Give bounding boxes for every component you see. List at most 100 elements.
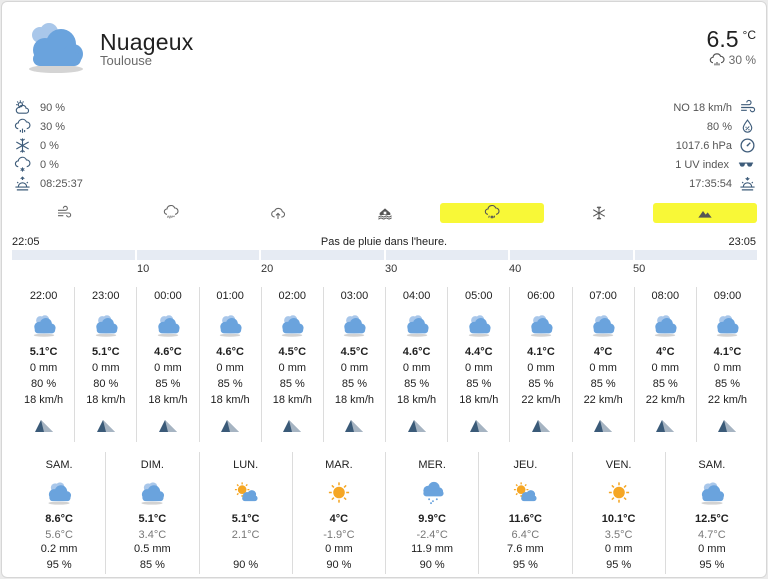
daily-humidity: 85 % [139,558,165,571]
humidity-drop-icon [742,119,753,133]
tab-cloud[interactable] [226,203,330,223]
temperature-value: 6.5 [706,26,739,52]
hourly-humidity: 85 % [155,378,181,390]
rain-tab-icon [163,205,179,219]
attr-wind: NO 18 km/h [673,98,756,117]
hourly-precipitation: 0 mm [527,362,555,374]
daily-precipitation: 0 mm [325,543,353,556]
condition-title: Nuageux [100,29,194,55]
sun-cloud-icon [514,482,537,502]
attr-humidity: 80 % [707,117,756,136]
attr-freeze-probability: 0 % [14,136,59,155]
daily-precipitation: 0.5 mm [134,543,171,556]
hourly-wind-speed: 22 km/h [645,394,685,406]
cloudy-icon [29,23,83,73]
partly-cloudy-icon [282,315,304,337]
daily-column: VEN. 10.1°C 3.5°C 0 mm 95 % [571,452,665,574]
daily-day-name: LUN. [233,459,259,471]
daily-column: DIM. 5.1°C 3.4°C 0.5 mm 85 % [105,452,198,574]
snowflake-tab-icon [592,206,606,220]
hourly-precipitation: 0 mm [29,362,58,374]
sunny-icon [608,482,629,503]
hourly-precipitation: 0 mm [589,362,617,374]
daily-humidity: 95 % [699,558,725,571]
daily-humidity: 90 % [419,558,445,571]
hourly-wind-speed: 22 km/h [583,394,623,406]
daily-low-temperature: 5.6°C [45,528,73,541]
snowflake-icon [16,138,29,153]
attr-rain-probability: 30 % [14,117,65,136]
hourly-column: 01:00 4.6°C 0 mm 85 % 18 km/h [198,287,261,442]
attr-sunrise: 08:25:37 [14,174,83,193]
wind-direction-arrow-icon [407,420,426,432]
tab-mountains[interactable] [653,203,757,223]
hourly-time: 02:00 [278,290,307,302]
daily-column: MAR. 4°C -1.9°C 0 mm 90 % [291,452,385,574]
hourly-precipitation: 0 mm [465,362,493,374]
sunny-icon [328,482,349,503]
hourly-column: 22:00 5.1°C 0 mm 80 % 18 km/h [13,287,74,442]
partly-cloudy-icon [219,315,242,337]
nowcast-bar-segment [261,250,384,260]
nowcast-bar-segment [12,250,135,260]
tab-flood[interactable] [333,203,437,223]
daily-day-name: VEN. [605,459,632,471]
tab-wind[interactable] [12,203,116,223]
hourly-time: 08:00 [651,290,680,302]
hourly-time: 03:00 [340,290,369,302]
daily-day-name: JEU. [513,459,538,471]
hourly-time: 05:00 [465,290,493,302]
partly-cloudy-icon [344,315,367,337]
hourly-time: 07:00 [589,290,617,302]
hourly-column: 23:00 5.1°C 0 mm 80 % 18 km/h [74,287,136,442]
cloud-upload-tab-icon [271,207,286,219]
daily-forecast: SAM. 8.6°C 5.6°C 0.2 mm 95 % DIM. 5.1°C 3.4°C 0.… [13,452,758,574]
partly-cloudy-icon [48,482,72,505]
partly-cloudy-icon [33,315,56,337]
hourly-humidity: 85 % [217,378,243,390]
chart-tabs [12,203,758,223]
daily-column: SAM. 8.6°C 5.6°C 0.2 mm 95 % [13,452,105,574]
attr-pressure-value: 1017.6 hPa [675,139,732,152]
hourly-precipitation: 0 mm [154,362,182,374]
hourly-column: 02:00 4.5°C 0 mm 85 % 18 km/h [260,287,323,442]
hourly-precipitation: 0 mm [402,362,431,374]
hourly-time: 23:00 [91,290,120,302]
partly-cloudy-icon [406,315,429,337]
partly-cloudy-icon [157,315,180,337]
hourly-temperature: 4°C [593,346,613,358]
tab-rain[interactable] [119,203,223,223]
hourly-wind-speed: 18 km/h [86,394,126,406]
tab-snow[interactable] [547,203,651,223]
wind-direction-arrow-icon [221,420,240,432]
daily-humidity: 95 % [512,558,538,571]
sun-cloud-icon [234,482,258,502]
hourly-temperature: 4.6°C [216,346,244,358]
wind-direction-arrow-icon [594,420,613,432]
wind-tab-icon [58,205,72,218]
nowcast-minute-label: 30 [385,263,398,275]
hourly-temperature: 4.4°C [464,346,493,358]
daily-precipitation: 0.2 mm [40,543,78,556]
hourly-wind-speed: 18 km/h [459,394,499,406]
hourly-time: 06:00 [527,290,555,302]
daily-high-temperature: 8.6°C [45,513,73,526]
hourly-humidity: 85 % [590,378,616,390]
partly-cloudy-icon [717,315,740,337]
current-temperature: 6.5 °C [707,26,756,53]
sun-cloud-icon [15,100,30,114]
daily-humidity: 90 % [233,558,259,571]
daily-high-temperature: 12.5°C [694,513,729,526]
daily-precipitation: 0 mm [604,543,633,556]
hourly-humidity: 85 % [404,378,430,390]
hourly-wind-speed: 22 km/h [521,394,561,406]
partly-cloudy-icon [95,315,118,337]
tab-snow-rain[interactable] [440,203,544,223]
attr-cloud-coverage: 90 % [14,98,65,117]
hourly-column: 04:00 4.6°C 0 mm 85 % 18 km/h [385,287,447,442]
daily-low-temperature: 2.1°C [231,528,260,541]
wind-direction-arrow-icon [283,420,302,432]
hourly-humidity: 85 % [528,378,554,390]
daily-day-name: DIM. [140,459,164,471]
hourly-column: 07:00 4°C 0 mm 85 % 22 km/h [571,287,634,442]
